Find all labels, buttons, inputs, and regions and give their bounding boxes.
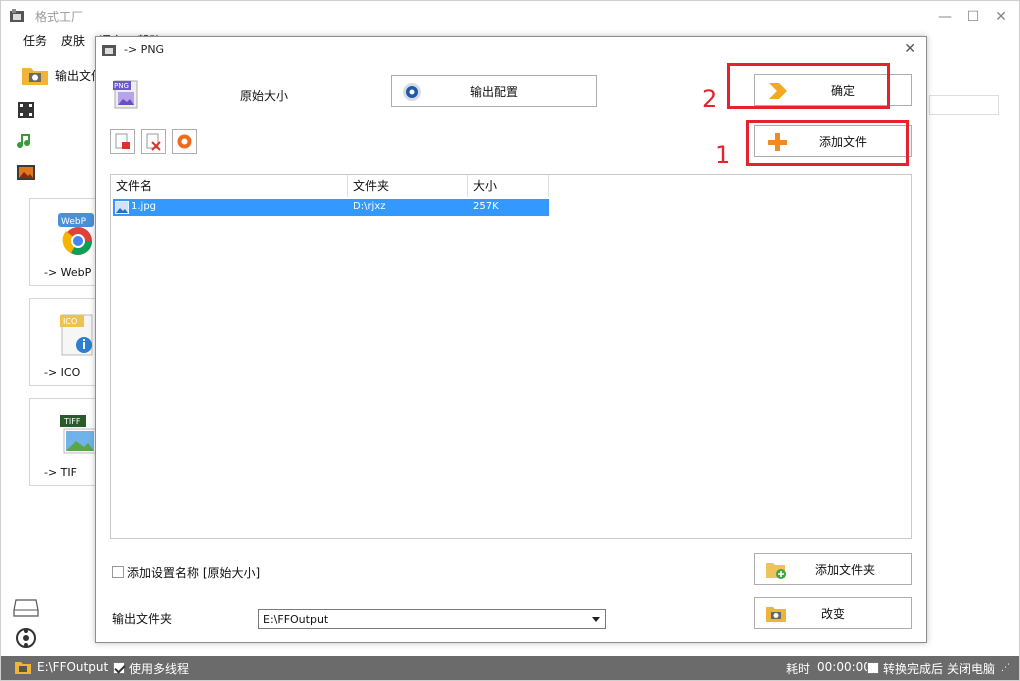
file-name-cell: 1.jpg — [131, 201, 157, 212]
column-folder[interactable]: 文件夹 — [348, 175, 468, 197]
png-format-icon: PNG — [113, 80, 138, 109]
maximize-icon[interactable]: ☐ — [959, 7, 987, 27]
step-2-label: 2 — [702, 85, 718, 113]
dialog-title-bar: -> PNG ✕ — [96, 37, 926, 63]
menu-item-task[interactable]: 任务 — [23, 32, 47, 50]
dialog-title: -> PNG — [124, 43, 165, 56]
drive-icon[interactable] — [13, 597, 39, 619]
output-folder-value: E:\FFOutput — [263, 613, 329, 626]
ico-icon: ICO — [60, 314, 93, 356]
table-row[interactable]: 1.jpg D:\rjxz 257K — [113, 199, 549, 216]
card-webp-label: -> WebP — [44, 266, 92, 279]
card-ico[interactable]: ICO -> ICO — [29, 298, 99, 386]
status-folder-icon — [15, 662, 31, 674]
app-icon — [10, 9, 24, 22]
webp-icon: WebP — [58, 213, 94, 255]
main-right-field — [929, 95, 999, 115]
clear-list-button[interactable] — [141, 129, 166, 154]
tif-icon: TIFF — [60, 415, 97, 454]
card-ico-label: -> ICO — [44, 366, 81, 379]
png-badge: PNG — [114, 82, 129, 90]
multithread-checkbox[interactable] — [113, 661, 125, 675]
disc-tools-icon[interactable] — [13, 627, 39, 649]
size-label: 原始大小 — [240, 89, 289, 103]
card-webp[interactable]: WebP -> WebP — [29, 198, 99, 286]
webp-badge: WebP — [61, 217, 87, 227]
clear-list-icon — [146, 133, 161, 151]
multithread-label: 使用多线程 — [129, 662, 190, 676]
file-list-header: 文件名 文件夹 大小 — [111, 175, 911, 197]
play-icon — [177, 134, 192, 149]
file-list[interactable]: 文件名 文件夹 大小 1.jpg D:\rjxz 257K — [110, 174, 912, 539]
status-output-path[interactable]: E:\FFOutput — [37, 660, 108, 674]
highlight-ok — [727, 63, 890, 109]
dialog-app-icon — [102, 45, 116, 56]
ico-badge: ICO — [63, 317, 77, 326]
close-icon[interactable]: ✕ — [987, 7, 1015, 27]
remove-file-icon — [115, 133, 130, 149]
step-1-label: 1 — [715, 141, 731, 169]
output-config-button[interactable]: 输出配置 — [391, 75, 597, 107]
change-label: 改变 — [820, 606, 845, 621]
card-tif[interactable]: TIFF -> TIF — [29, 398, 99, 486]
play-preview-button[interactable] — [172, 129, 197, 154]
audio-category-icon[interactable] — [15, 130, 37, 152]
image-category-icon[interactable] — [15, 161, 37, 183]
add-folder-label: 添加文件夹 — [814, 562, 875, 577]
video-category-icon[interactable] — [15, 99, 37, 121]
minimize-icon[interactable]: — — [931, 7, 959, 27]
menu-item-skin[interactable]: 皮肤 — [61, 32, 85, 50]
file-size-cell: 257K — [473, 201, 499, 212]
column-filename[interactable]: 文件名 — [111, 175, 348, 197]
add-setting-name-label: 添加设置名称 [原始大小] — [127, 566, 261, 580]
change-button[interactable]: 改变 — [754, 597, 912, 629]
jpg-file-icon — [115, 201, 129, 214]
time-label: 耗时 — [786, 662, 811, 676]
resize-grip-icon[interactable]: ⋰ — [1001, 663, 1010, 673]
remove-file-button[interactable] — [110, 129, 135, 154]
output-config-label: 输出配置 — [469, 84, 518, 99]
card-tif-label: -> TIF — [44, 466, 77, 479]
tif-badge: TIFF — [63, 417, 81, 426]
add-setting-name-checkbox[interactable] — [112, 565, 124, 579]
file-folder-cell: D:\rjxz — [353, 201, 386, 212]
after-done-label: 转换完成后 — [883, 662, 944, 676]
main-title-bar: 格式工厂 — ☐ ✕ — [1, 1, 1019, 31]
add-folder-button[interactable]: 添加文件夹 — [754, 553, 912, 585]
output-folder-select[interactable]: E:\FFOutput — [258, 609, 606, 629]
folder-icon — [22, 68, 48, 85]
app-title: 格式工厂 — [35, 10, 84, 24]
after-done-checkbox[interactable] — [867, 661, 879, 675]
dialog-close-icon[interactable]: ✕ — [904, 41, 916, 57]
output-folder-label: 输出文件夹 — [112, 612, 173, 626]
column-size[interactable]: 大小 — [468, 175, 549, 197]
status-bar: E:\FFOutput 使用多线程 耗时 00:00:00 转换完成后 关闭电脑… — [1, 656, 1019, 680]
shutdown-label[interactable]: 关闭电脑 — [947, 660, 995, 677]
chevron-down-icon — [592, 617, 600, 622]
time-value: 00:00:00 — [817, 660, 871, 674]
png-dialog: -> PNG ✕ PNG 原始大小 输出配置 确定 添加文件 2 1 文件名 文… — [95, 36, 927, 643]
highlight-add-file — [746, 120, 909, 166]
